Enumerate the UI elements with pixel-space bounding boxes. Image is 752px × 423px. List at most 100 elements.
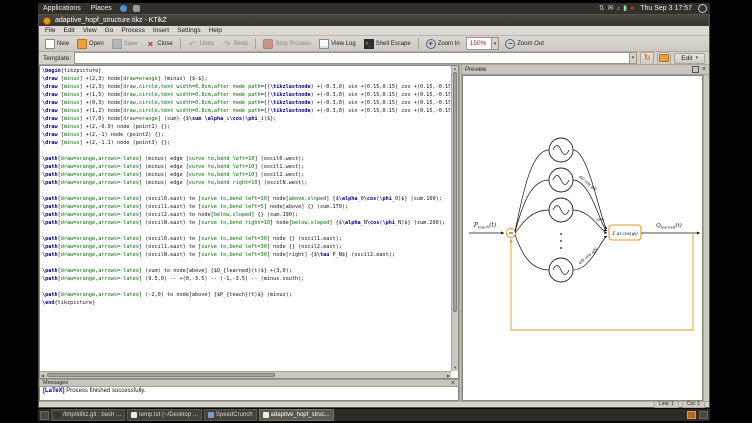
mail-icon[interactable]: ✉ bbox=[608, 4, 614, 13]
editor-horizontal-scrollbar[interactable]: ◀ ▶ bbox=[40, 371, 451, 378]
fanout-edge bbox=[515, 210, 549, 233]
preview-close-icon[interactable]: × bbox=[702, 66, 706, 73]
code-line: \path[draw=orange,arrows=-latex] (oscil1… bbox=[42, 243, 450, 251]
tikz-preview-diagram: Pteach(t) bbox=[463, 76, 706, 404]
template-open-button[interactable] bbox=[657, 52, 671, 65]
edge-label-mid: τPN bbox=[596, 217, 605, 222]
applications-menu[interactable]: Applications bbox=[41, 5, 83, 12]
code-line: \draw [minus] +(1,5) node[draw,circle,te… bbox=[42, 91, 450, 99]
messages-close-icon[interactable]: × bbox=[451, 380, 455, 387]
shell-escape-button[interactable]: >_Shell Escape bbox=[361, 38, 414, 50]
taskbar: /tmp/ktikz.git : bash ... temp.txt (~/Des… bbox=[38, 409, 710, 421]
menu-process[interactable]: Process bbox=[117, 27, 148, 34]
code-line: \path[draw=orange,arrows=-latex] (minus)… bbox=[42, 179, 450, 187]
taskbar-item[interactable]: SpeedCrunch bbox=[204, 409, 257, 421]
menu-go[interactable]: Go bbox=[101, 27, 118, 34]
close-icon: × bbox=[145, 39, 155, 49]
close-button[interactable]: ×Close bbox=[142, 38, 175, 50]
status-line-indicator: Line: 1 bbox=[654, 401, 679, 408]
network-icon[interactable]: ⇅ bbox=[599, 4, 605, 13]
messages-header: Messages × bbox=[39, 379, 459, 387]
status-bar: Line: 1 Col: 1 bbox=[39, 401, 709, 407]
template-edit-button[interactable]: Edit ▾ bbox=[674, 53, 705, 64]
viewlog-icon bbox=[319, 39, 329, 49]
taskbar-item-label: /tmp/ktikz.git : bash ... bbox=[63, 412, 121, 418]
taskbar-item[interactable]: adaptive_hopf_struc... bbox=[259, 409, 334, 421]
editor-vertical-scrollbar[interactable]: ▲ ▼ bbox=[451, 66, 458, 371]
top-panel: Applications Places ⇅✉♪▮● Thu Sep 3 17:5… bbox=[38, 3, 710, 14]
zoom-in-button[interactable]: +Zoom In bbox=[423, 38, 463, 50]
editor-code[interactable]: \begin{tikzpicture}\draw [minus] +(2,3) … bbox=[42, 67, 450, 370]
workspace-1-button[interactable] bbox=[687, 411, 696, 419]
template-reload-button[interactable]: ↻ bbox=[640, 52, 654, 65]
message-tag: [LaTeX] bbox=[43, 388, 65, 394]
zoom-out-button-label: Zoom Out bbox=[517, 41, 544, 47]
zoom-in-icon: + bbox=[426, 39, 436, 49]
open-button-label: Open bbox=[89, 41, 104, 47]
save-button: Save bbox=[109, 38, 141, 50]
volume-icon[interactable]: ♪ bbox=[617, 4, 621, 13]
notification-icon[interactable]: ● bbox=[630, 4, 634, 13]
preview-canvas[interactable]: Pteach(t) bbox=[462, 75, 703, 401]
preview-vertical-scrollbar[interactable] bbox=[703, 75, 709, 401]
code-line bbox=[42, 259, 450, 267]
menu-settings[interactable]: Settings bbox=[173, 27, 205, 34]
menu-file[interactable]: File bbox=[41, 27, 59, 34]
menu-insert[interactable]: Insert bbox=[149, 27, 173, 34]
menu-help[interactable]: Help bbox=[205, 27, 226, 34]
taskbar-item[interactable]: temp.txt (~/Desktop ... bbox=[127, 409, 202, 421]
zoom-out-button[interactable]: −Zoom Out bbox=[502, 38, 547, 50]
code-line: \path[draw=orange,arrows=-latex] (oscilN… bbox=[42, 219, 450, 227]
taskbar-item-label: SpeedCrunch bbox=[216, 412, 253, 418]
places-menu[interactable]: Places bbox=[89, 5, 114, 12]
scroll-left-icon[interactable]: ◀ bbox=[41, 372, 44, 378]
window-titlebar[interactable]: adaptive_hopf_structure.tikz - KTikZ bbox=[39, 15, 709, 26]
code-editor[interactable]: \begin{tikzpicture}\draw [minus] +(2,3) … bbox=[39, 65, 459, 379]
code-line: \draw [minus] +(2,3) node[draw,circle,te… bbox=[42, 83, 450, 91]
code-line bbox=[42, 227, 450, 235]
workspace-2-button[interactable] bbox=[699, 411, 708, 419]
fanout-edge bbox=[515, 180, 549, 232]
zoom-level-combobox[interactable]: 150%▾ bbox=[466, 37, 500, 50]
desktop-screen: Applications Places ⇅✉♪▮● Thu Sep 3 17:5… bbox=[0, 0, 752, 423]
ellipsis-dot bbox=[560, 233, 562, 235]
menu-edit[interactable]: Edit bbox=[59, 27, 78, 34]
files-launcher-icon[interactable] bbox=[133, 5, 140, 12]
code-line: \path[draw=orange,arrows=-latex] (oscil2… bbox=[42, 211, 450, 219]
template-combobox[interactable]: ▾ bbox=[74, 52, 637, 64]
preview-detach-icon[interactable] bbox=[692, 66, 699, 73]
zoom-in-button-label: Zoom In bbox=[438, 41, 460, 47]
taskbar-item[interactable]: /tmp/ktikz.git : bash ... bbox=[51, 409, 125, 421]
save-icon bbox=[112, 39, 122, 49]
scrollbar-thumb[interactable] bbox=[453, 72, 457, 312]
scroll-down-icon[interactable]: ▼ bbox=[452, 365, 458, 371]
code-line: \path[draw=orange,arrows=-latex] (oscilN… bbox=[42, 251, 450, 259]
template-combo-arrow-icon[interactable]: ▾ bbox=[629, 53, 637, 63]
app-icon bbox=[43, 17, 51, 25]
code-line: \path[draw=orange,arrows=-latex] (oscil0… bbox=[42, 235, 450, 243]
view-log-button[interactable]: View Log bbox=[316, 38, 359, 50]
ellipsis-dot bbox=[560, 240, 562, 242]
scrollbar-thumb[interactable] bbox=[47, 373, 275, 377]
show-desktop-button[interactable] bbox=[40, 411, 49, 420]
chevron-down-icon[interactable]: ▾ bbox=[491, 38, 499, 49]
sum-node-label: Σ αi cos(φi) bbox=[611, 232, 638, 237]
open-button[interactable]: Open bbox=[74, 38, 107, 50]
battery-icon[interactable]: ▮ bbox=[623, 4, 627, 13]
clock[interactable]: Thu Sep 3 17:57 bbox=[640, 5, 692, 12]
new-button[interactable]: New bbox=[42, 38, 72, 50]
stop-process-button: Stop Process bbox=[260, 38, 314, 50]
window-title: adaptive_hopf_structure.tikz - KTikZ bbox=[55, 17, 167, 24]
save-button-label: Save bbox=[124, 41, 138, 47]
code-line: \path[draw=orange,arrows=-latex] (minus)… bbox=[42, 163, 450, 171]
system-tray: ⇅✉♪▮● bbox=[599, 4, 634, 13]
browser-launcher-icon[interactable] bbox=[120, 5, 127, 12]
open-folder-icon bbox=[77, 39, 87, 49]
code-line: \path[draw=orange,arrows=-latex] (-2,0) … bbox=[42, 291, 450, 299]
code-line: \draw [minus] +(2,-0.9) node (point1) {}… bbox=[42, 123, 450, 131]
scroll-right-icon[interactable]: ▶ bbox=[447, 372, 450, 378]
session-menu-icon[interactable] bbox=[698, 4, 707, 13]
menu-view[interactable]: View bbox=[79, 27, 101, 34]
feedback-loop-path bbox=[511, 233, 693, 330]
messages-panel: Messages × [LaTeX] Process finished succ… bbox=[39, 379, 459, 401]
